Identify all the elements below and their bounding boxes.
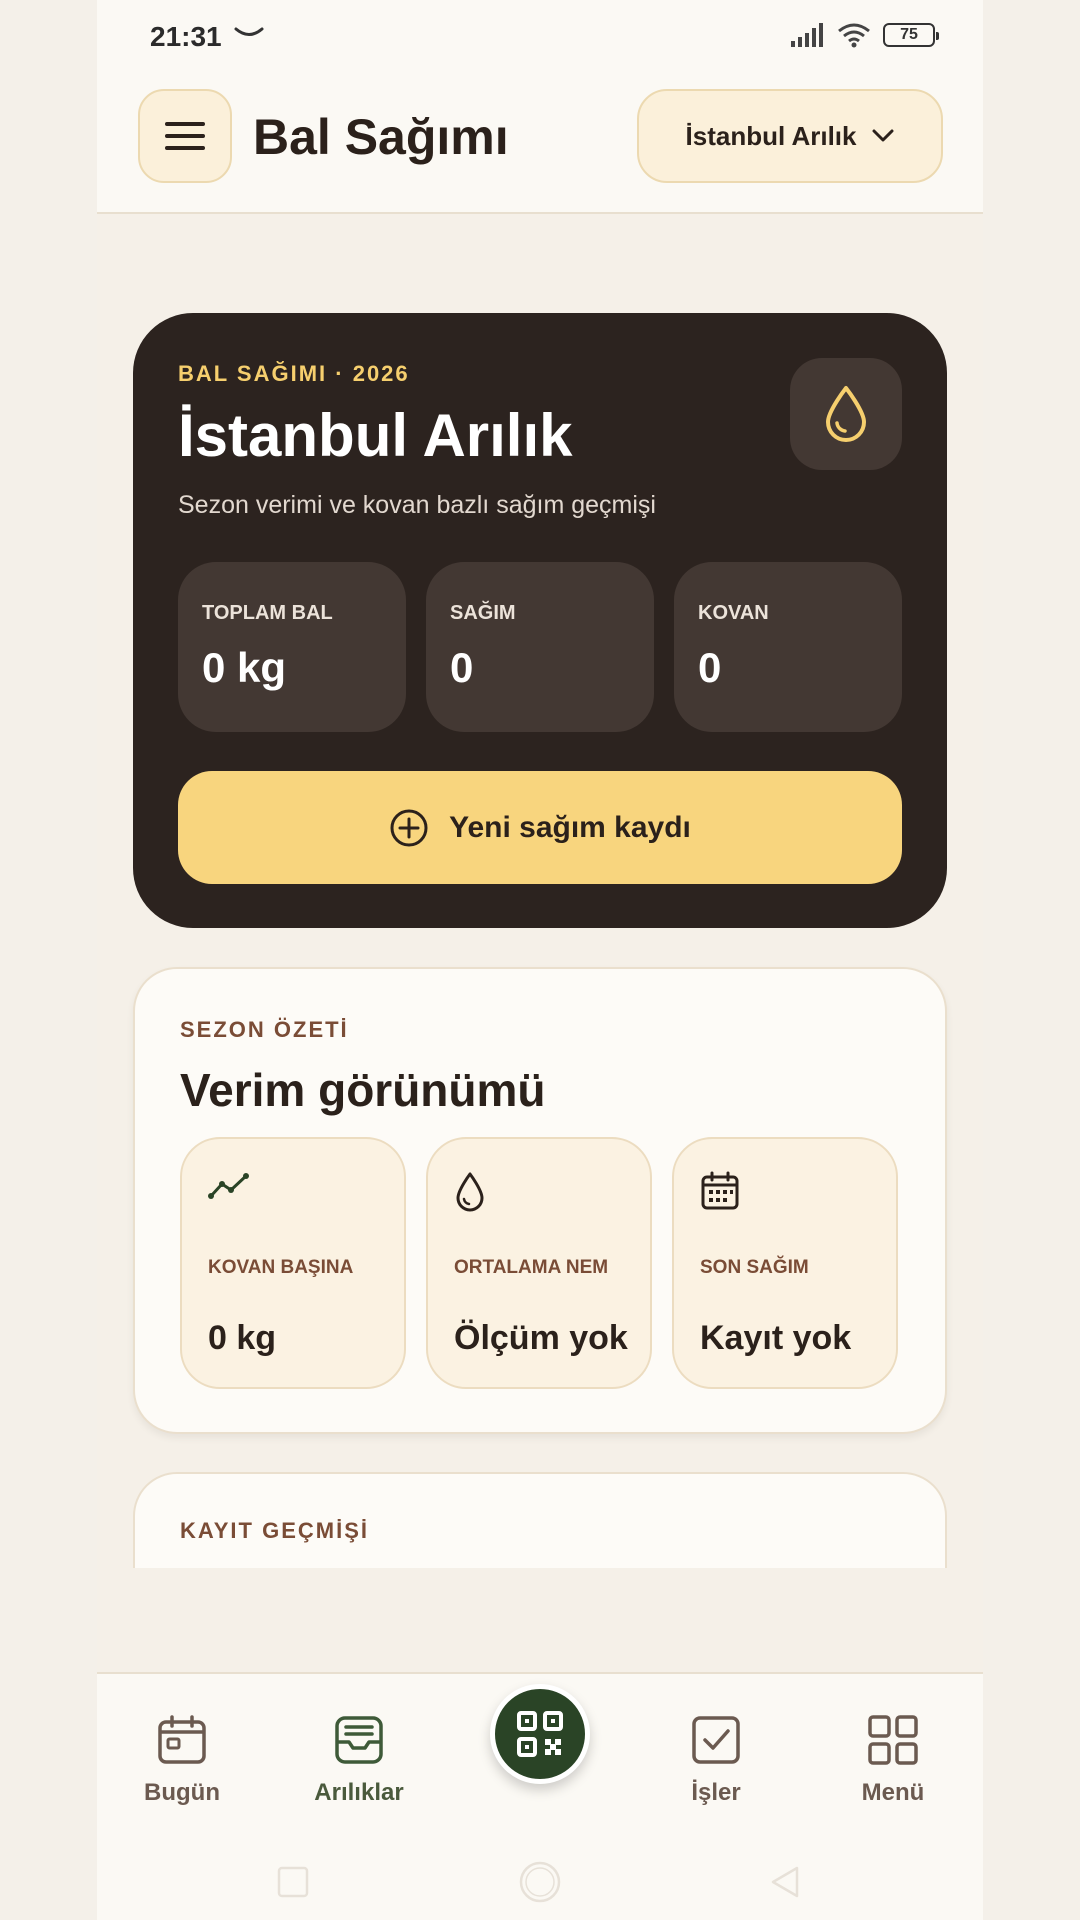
hamburger-icon	[165, 122, 205, 150]
tile-label: SON SAĞIM	[700, 1257, 809, 1278]
stat-value: 0	[450, 644, 474, 691]
qr-code-icon	[517, 1711, 563, 1757]
season-summary-card: SEZON ÖZETİ Verim görünümü KOVAN BAŞINA …	[133, 967, 947, 1434]
qr-scan-button[interactable]	[490, 1684, 590, 1784]
stat-label: KOVAN	[698, 602, 769, 624]
status-bar: 21:31 75	[97, 0, 983, 72]
stat-harvest-count: SAĞIM 0	[426, 562, 654, 732]
nav-label: İşler	[691, 1779, 741, 1806]
system-navigation-bar	[277, 1861, 799, 1903]
wifi-icon	[838, 23, 870, 48]
new-harvest-button[interactable]: Yeni sağım kaydı	[178, 771, 902, 884]
history-card: KAYIT GEÇMİŞİ	[133, 1472, 947, 1568]
nav-label: Bugün	[144, 1779, 220, 1806]
stat-label: SAĞIM	[450, 602, 516, 624]
app-screen: 21:31 75 Bal Sağımı İstanbul Arılık BAL …	[97, 0, 983, 1920]
inbox-icon	[335, 1716, 383, 1764]
apiary-selector-label: İstanbul Arılık	[685, 120, 857, 151]
battery-indicator: 75	[883, 23, 939, 47]
stat-label: TOPLAM BAL	[202, 602, 333, 624]
honey-drop-badge	[790, 358, 902, 470]
history-kicker: KAYIT GEÇMİŞİ	[180, 1518, 369, 1543]
nav-item-menu[interactable]: Menü	[823, 1714, 963, 1807]
nav-item-tasks[interactable]: İşler	[646, 1714, 786, 1807]
tile-last-harvest: SON SAĞIM Kayıt yok	[672, 1137, 898, 1389]
back-icon	[771, 1866, 799, 1898]
chevron-down-icon	[872, 129, 894, 142]
calendar-icon	[158, 1715, 206, 1764]
tile-label: ORTALAMA NEM	[454, 1257, 609, 1278]
app-header: Bal Sağımı İstanbul Arılık	[97, 72, 983, 214]
tile-average-moisture: ORTALAMA NEM Ölçüm yok	[426, 1137, 652, 1389]
signal-icon	[791, 23, 823, 47]
grid-icon	[868, 1715, 918, 1765]
tile-label: KOVAN BAŞINA	[208, 1257, 354, 1278]
stat-total-honey: TOPLAM BAL 0 kg	[178, 562, 406, 732]
recent-apps-icon	[277, 1866, 309, 1898]
nav-label: Menü	[861, 1779, 925, 1806]
drop-icon	[826, 386, 866, 442]
nav-item-apiaries[interactable]: Arılıklar	[289, 1714, 429, 1807]
trend-line-icon	[208, 1173, 249, 1199]
calendar-icon	[701, 1171, 739, 1210]
hero-subtitle: Sezon verimi ve kovan bazlı sağım geçmiş…	[178, 491, 656, 519]
nav-item-today[interactable]: Bugün	[112, 1714, 252, 1807]
stat-value: 0	[698, 644, 722, 691]
summary-kicker: SEZON ÖZETİ	[180, 1017, 349, 1042]
tile-value: 0 kg	[208, 1319, 277, 1357]
stat-value: 0 kg	[202, 644, 287, 691]
notification-icon	[234, 27, 264, 36]
hero-apiary-name: İstanbul Arılık	[178, 402, 573, 469]
tile-value: Ölçüm yok	[454, 1319, 628, 1357]
apiary-hero-card: BAL SAĞIMI · 2026 İstanbul Arılık Sezon …	[133, 313, 947, 928]
status-time: 21:31	[150, 21, 222, 52]
hero-kicker: BAL SAĞIMI · 2026	[178, 361, 410, 386]
plus-circle-icon	[390, 809, 428, 846]
nav-label: Arılıklar	[314, 1779, 404, 1806]
bottom-navigation: Bugün Arılıklar İşler Menü	[97, 1672, 983, 1920]
status-icons: 75	[791, 22, 939, 48]
history-section: KAYIT GEÇMİŞİ	[97, 1460, 983, 1568]
menu-button[interactable]	[138, 89, 232, 183]
drop-icon	[456, 1172, 484, 1212]
tile-per-hive: KOVAN BAŞINA 0 kg	[180, 1137, 406, 1389]
check-square-icon	[692, 1716, 740, 1764]
new-harvest-label: Yeni sağım kaydı	[449, 810, 691, 844]
summary-title: Verim görünümü	[180, 1064, 546, 1116]
page-title: Bal Sağımı	[253, 109, 509, 165]
stat-hive-count: KOVAN 0	[674, 562, 902, 732]
apiary-selector[interactable]: İstanbul Arılık	[637, 89, 943, 183]
tile-value: Kayıt yok	[700, 1319, 852, 1357]
